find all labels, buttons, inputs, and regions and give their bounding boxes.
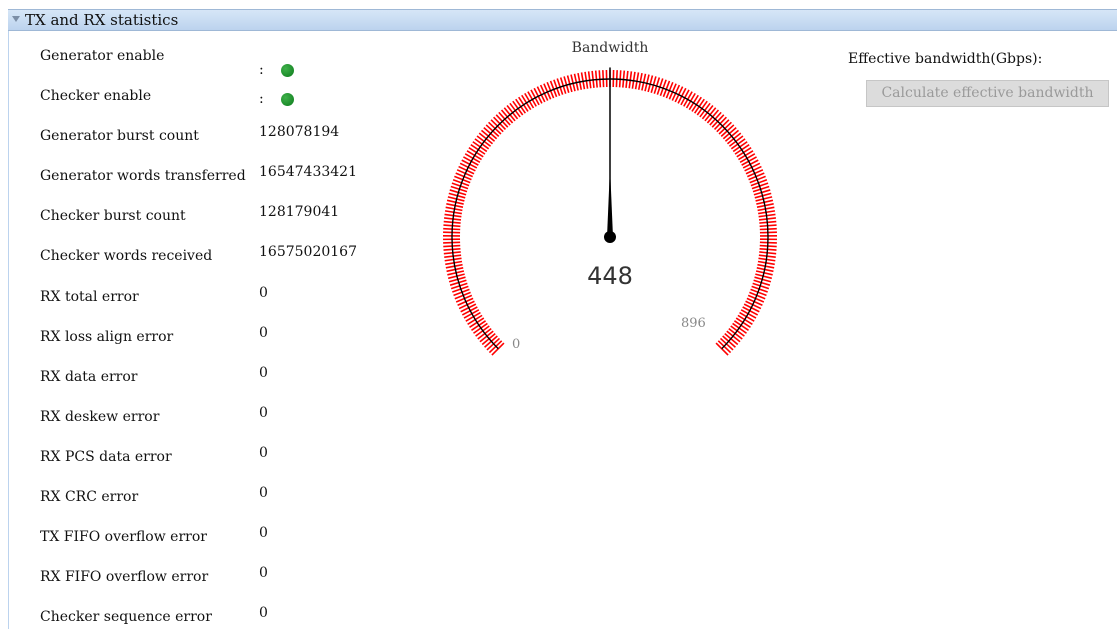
checker-enable-led-icon xyxy=(281,93,294,106)
gauge-hub xyxy=(604,231,616,243)
stat-value-checker-sequence-error: 0 xyxy=(259,605,268,621)
stat-value-rx-total-error: 0 xyxy=(259,285,268,301)
gauge-value: 448 xyxy=(587,262,633,290)
section-border xyxy=(8,31,9,629)
stat-value-rx-fifo-overflow-error: 0 xyxy=(259,565,268,581)
stat-label-checker-enable: Checker enable xyxy=(40,88,152,104)
stat-value-tx-fifo-overflow-error: 0 xyxy=(259,525,268,541)
effective-bandwidth-label: Effective bandwidth(Gbps): xyxy=(848,51,1043,67)
stat-label-generator-burst-count: Generator burst count xyxy=(40,128,199,144)
stat-label-tx-fifo-overflow-error: TX FIFO overflow error xyxy=(40,529,207,545)
gauge-title: Bandwidth xyxy=(572,40,649,56)
stat-label-checker-sequence-error: Checker sequence error xyxy=(40,609,212,625)
calculate-effective-bandwidth-button[interactable]: Calculate effective bandwidth xyxy=(866,80,1109,107)
stat-label-rx-data-error: RX data error xyxy=(40,369,138,385)
stat-label-rx-crc-error: RX CRC error xyxy=(40,489,139,505)
stat-label-rx-deskew-error: RX deskew error xyxy=(40,409,160,425)
stat-value-rx-pcs-data-error: 0 xyxy=(259,445,268,461)
gauge-min-label: 0 xyxy=(512,337,520,352)
stat-value-rx-deskew-error: 0 xyxy=(259,405,268,421)
stat-label-rx-fifo-overflow-error: RX FIFO overflow error xyxy=(40,569,209,585)
section-header[interactable]: TX and RX statistics xyxy=(8,9,1117,31)
stat-label-checker-words-received: Checker words received xyxy=(40,248,213,264)
stat-value-rx-crc-error: 0 xyxy=(259,485,268,501)
stat-value-checker-burst-count: 128179041 xyxy=(259,204,340,220)
stat-label-rx-loss-align-error: RX loss align error xyxy=(40,329,174,345)
stat-value-rx-data-error: 0 xyxy=(259,365,268,381)
gauge-max-label: 896 xyxy=(681,316,706,331)
collapse-triangle-icon[interactable] xyxy=(12,16,20,22)
stat-value-generator-burst-count: 128078194 xyxy=(259,124,340,140)
bandwidth-gauge: Bandwidth 448 0 896 xyxy=(442,40,778,356)
section-title: TX and RX statistics xyxy=(25,11,179,29)
stat-value-checker-words-received: 16575020167 xyxy=(259,244,357,260)
stat-colon-checker-enable: : xyxy=(259,91,264,107)
stat-label-rx-pcs-data-error: RX PCS data error xyxy=(40,449,172,465)
stat-value-rx-loss-align-error: 0 xyxy=(259,325,268,341)
stat-label-checker-burst-count: Checker burst count xyxy=(40,208,186,224)
stat-label-generator-words-transferred: Generator words transferred xyxy=(40,168,246,184)
gauge-needle-body xyxy=(607,167,613,237)
stat-colon-generator-enable: : xyxy=(259,62,264,78)
generator-enable-led-icon xyxy=(281,64,294,77)
stat-value-generator-words-transferred: 16547433421 xyxy=(259,164,357,180)
stat-label-generator-enable: Generator enable xyxy=(40,48,165,64)
stat-label-rx-total-error: RX total error xyxy=(40,289,139,305)
